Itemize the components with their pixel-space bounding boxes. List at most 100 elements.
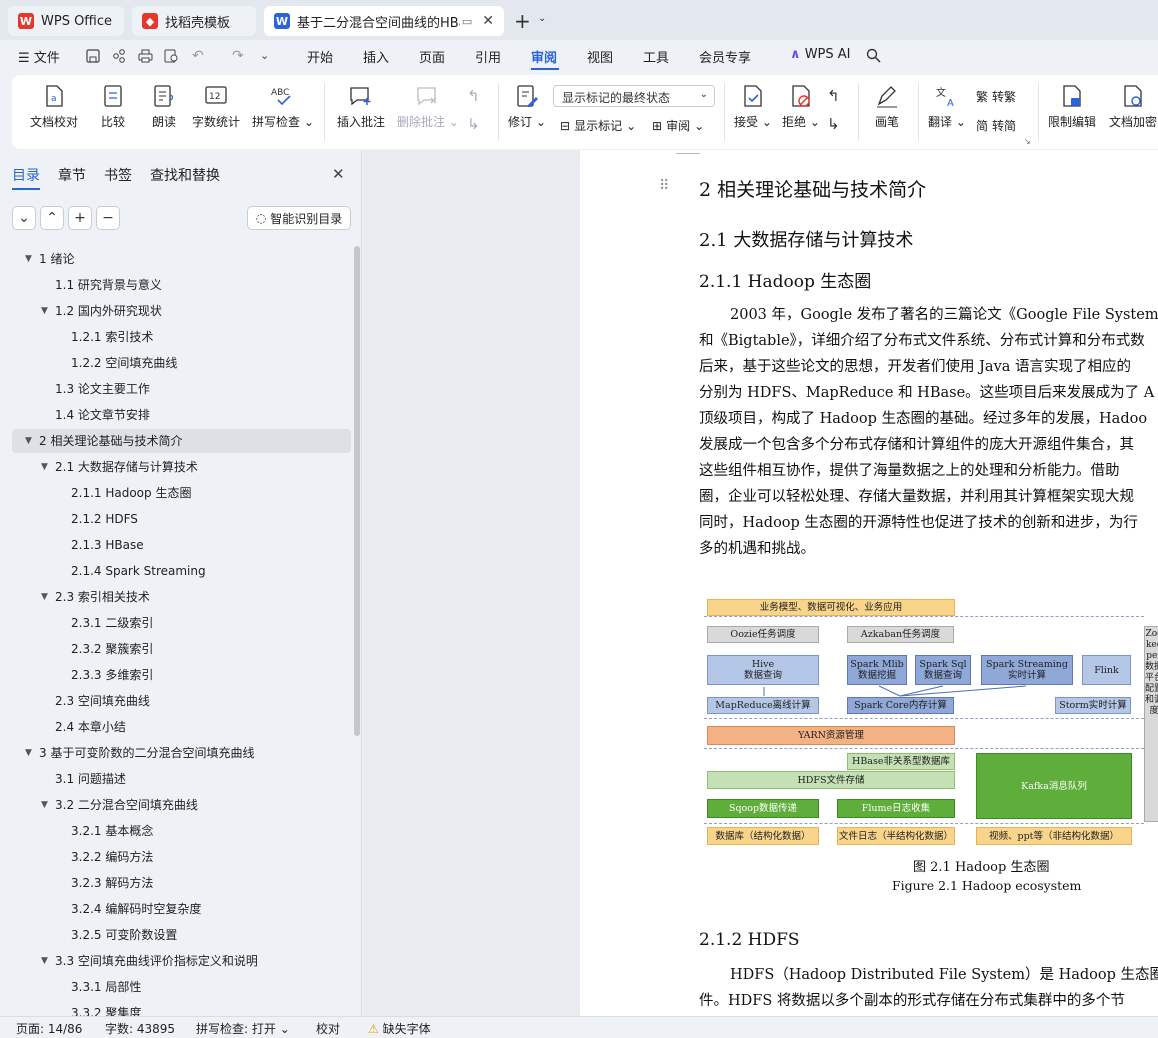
expand-triangle-icon[interactable]: ▼ [41,949,48,973]
redo-icon[interactable]: ↷ [232,48,244,64]
ink-pen-button[interactable]: 画笔 [874,83,900,130]
toc-item[interactable]: 3.2.3 解码方法 [0,871,352,895]
doc-encrypt-button[interactable]: 文档加密 [1109,83,1157,130]
word-count-button[interactable]: 12 字数统计 [192,83,240,130]
missing-font-status[interactable]: ⚠ 缺失字体 [368,1020,431,1037]
menu-view[interactable]: 视图 [587,47,613,66]
toc-item[interactable]: ▼ 1.2 国内外研究现状 [0,299,352,323]
next-comment-icon[interactable]: ↳ [467,115,480,133]
expand-triangle-icon[interactable]: ▼ [41,455,48,479]
toc-item[interactable]: ▼ 3 基于可变阶数的二分混合空间填充曲线 [0,741,352,765]
collapse-all-button[interactable]: ⌄ [12,206,36,230]
menu-references[interactable]: 引用 [475,47,501,66]
remove-heading-button[interactable]: − [96,206,120,230]
toc-item[interactable]: 2.1.3 HBase [0,533,352,557]
word-count-indicator[interactable]: 字数: 43895 [105,1020,175,1037]
toc-item[interactable]: 3.1 问题描述 [0,767,352,791]
toc-item[interactable]: 1.1 研究背景与意义 [0,273,352,297]
track-changes-button[interactable]: 修订 ⌄ [508,83,546,130]
menu-insert[interactable]: 插入 [363,47,389,66]
toc-item[interactable]: 2.3.3 多维索引 [0,663,352,687]
tab-list-chevron-icon[interactable]: ⌄ [538,13,546,24]
review-pane-button[interactable]: ⊞ 审阅 ⌄ [652,117,704,134]
tab-wps-office[interactable]: W WPS Office [8,6,124,36]
compare-button[interactable]: 比较 [100,83,126,130]
quick-access-chevron-icon[interactable]: ⌄ [260,49,269,62]
previous-change-icon[interactable]: ↰ [827,87,840,105]
to-simplified-button[interactable]: 简转简 [976,117,1016,134]
undo-icon[interactable]: ↶ [192,48,204,64]
toc-item[interactable]: 2.1.1 Hadoop 生态圈 [0,481,352,505]
tab-find-replace[interactable]: 查找和替换 [150,165,220,185]
page-indicator[interactable]: 页面: 14/86 [16,1020,82,1037]
add-heading-button[interactable]: + [68,206,92,230]
accept-button[interactable]: 接受 ⌄ [734,83,772,130]
file-menu[interactable]: ☰ 文件 [18,47,60,66]
toc-item[interactable]: ▼ 2 相关理论基础与技术简介 [12,429,351,453]
toc-item[interactable]: 2.3.2 聚簇索引 [0,637,352,661]
smart-toc-button[interactable]: ◌ 智能识别目录 [247,206,351,230]
toc-item[interactable]: ▼ 2.3 索引相关技术 [0,585,352,609]
toc-item[interactable]: 2.4 本章小结 [0,715,352,739]
monitor-icon[interactable]: ▭ [462,15,472,28]
expand-triangle-icon[interactable]: ▼ [41,585,48,609]
previous-comment-icon[interactable]: ↰ [467,87,480,105]
toc-scrollbar[interactable] [354,246,360,736]
proofread-status[interactable]: 校对 [316,1020,340,1037]
menu-start[interactable]: 开始 [307,47,333,66]
spell-check-button[interactable]: ABC 拼写检查 ⌄ [252,83,314,130]
search-icon[interactable] [866,48,881,63]
insert-comment-button[interactable]: 插入批注 [337,83,385,130]
menu-member[interactable]: 会员专享 [699,47,751,66]
menu-tools[interactable]: 工具 [643,47,669,66]
toc-item[interactable]: ▼ 3.2 二分混合空间填充曲线 [0,793,352,817]
wps-ai-button[interactable]: ∧ WPS AI [790,47,851,62]
toc-item[interactable]: 3.2.1 基本概念 [0,819,352,843]
next-change-icon[interactable]: ↳ [827,115,840,133]
toc-item[interactable]: 3.2.5 可变阶数设置 [0,923,352,947]
expand-triangle-icon[interactable]: ▼ [41,793,48,817]
reject-button[interactable]: 拒绝 ⌄ [782,83,820,130]
save-icon[interactable] [86,49,100,63]
toc-item[interactable]: 3.2.2 编码方法 [0,845,352,869]
document-canvas[interactable]: ⠿ 2 相关理论基础与技术简介 2.1 大数据存储与计算技术 2.1.1 Had… [363,150,1158,1016]
markup-state-select[interactable]: 显示标记的最终状态 ⌄ [553,85,715,107]
toc-item[interactable]: 3.3.2 聚集度 [0,1001,352,1016]
expand-triangle-icon[interactable]: ▼ [25,429,32,453]
close-tab-icon[interactable]: ✕ [482,13,494,29]
expand-triangle-icon[interactable]: ▼ [25,741,32,765]
translate-button[interactable]: 文A 翻译 ⌄ [928,83,966,130]
toc-item[interactable]: ▼ 2.1 大数据存储与计算技术 [0,455,352,479]
toc-item[interactable]: 1.2.1 索引技术 [0,325,352,349]
expand-triangle-icon[interactable]: ▼ [25,247,32,271]
toc-item[interactable]: ▼ 3.3 空间填充曲线评价指标定义和说明 [0,949,352,973]
doc-check-button[interactable]: a 文档校对 [30,83,78,130]
spell-check-status[interactable]: 拼写检查: 打开 ⌄ [196,1020,290,1037]
show-markup-button[interactable]: ⊟ 显示标记 ⌄ [560,117,636,134]
delete-comment-button[interactable]: 删除批注 ⌄ [397,83,459,130]
toc-item[interactable]: 2.3.1 二级索引 [0,611,352,635]
tab-bookmarks[interactable]: 书签 [104,165,132,185]
toc-item[interactable]: 2.1.2 HDFS [0,507,352,531]
print-icon[interactable] [138,49,153,63]
tab-document[interactable]: W 基于二分混合空间曲线的HBa ▭ ✕ [264,6,504,36]
close-panel-icon[interactable]: ✕ [332,165,345,183]
document-page[interactable]: ⠿ 2 相关理论基础与技术简介 2.1 大数据存储与计算技术 2.1.1 Had… [580,150,1158,1016]
expand-up-button[interactable]: ⌃ [40,206,64,230]
toc-item[interactable]: ▼ 1 绪论 [0,247,352,271]
toc-item[interactable]: 2.3 空间填充曲线 [0,689,352,713]
menu-page[interactable]: 页面 [419,47,445,66]
group-expand-icon[interactable]: ↘ [1024,137,1031,146]
toc-item[interactable]: 1.2.2 空间填充曲线 [0,351,352,375]
tab-templates[interactable]: ◆ 找稻壳模板 [132,6,256,36]
new-tab-icon[interactable]: + [514,9,531,33]
restrict-edit-button[interactable]: 限制编辑 [1048,83,1096,130]
to-traditional-button[interactable]: 繁转繁 [976,88,1016,105]
expand-triangle-icon[interactable]: ▼ [41,299,48,323]
toc-item[interactable]: 2.1.4 Spark Streaming [0,559,352,583]
print-preview-icon[interactable] [164,49,179,63]
toc-item[interactable]: 1.3 论文主要工作 [0,377,352,401]
tab-sections[interactable]: 章节 [58,165,86,185]
toc-item[interactable]: 3.3.1 局部性 [0,975,352,999]
share-icon[interactable] [112,49,126,63]
